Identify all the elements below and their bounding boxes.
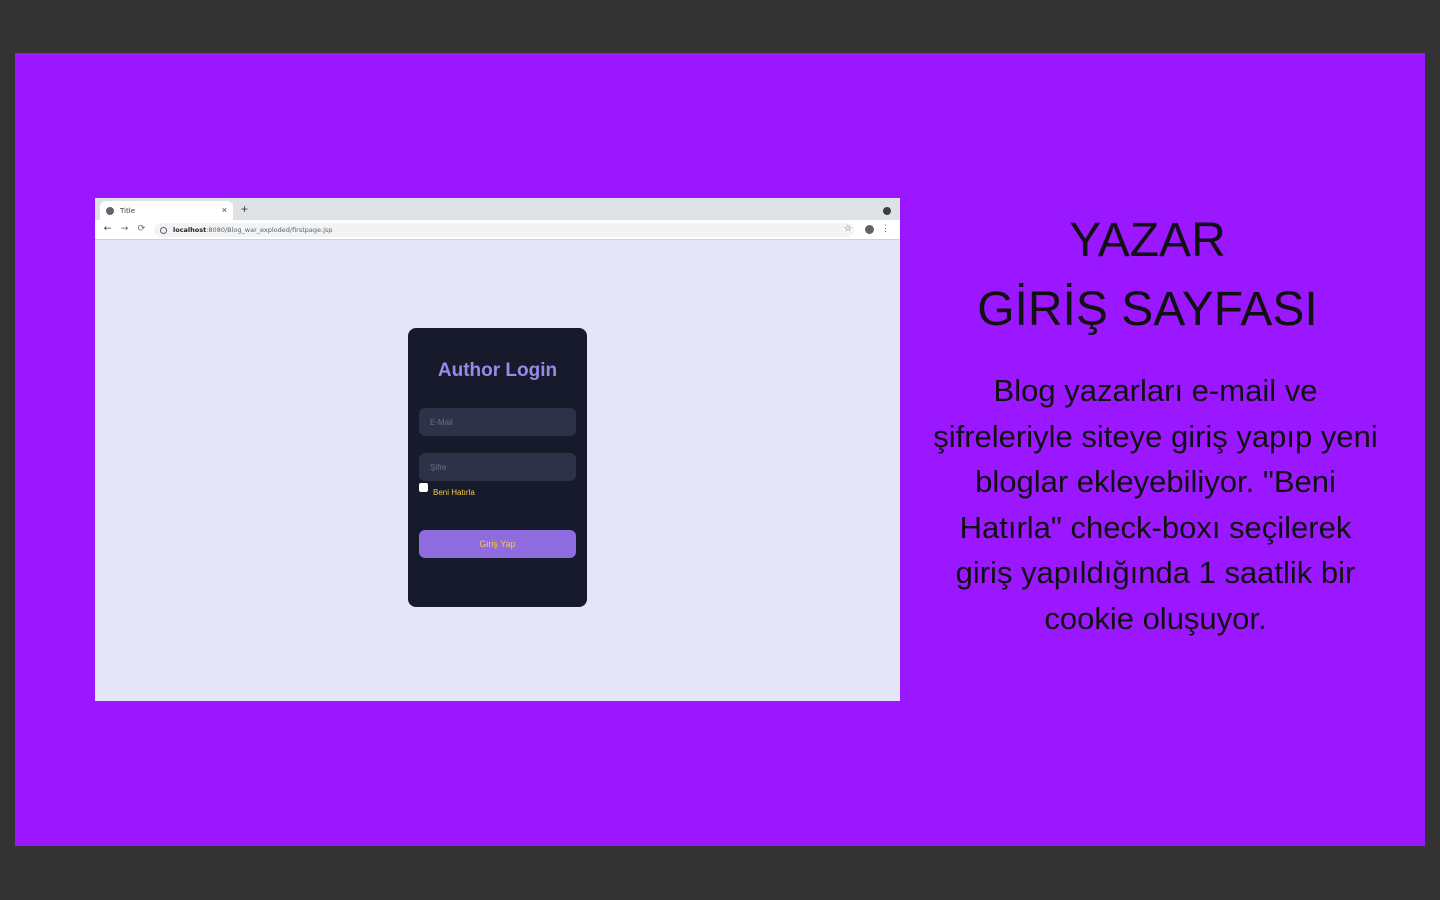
email-input[interactable] (419, 408, 576, 436)
login-button[interactable]: Giriş Yap (419, 530, 576, 558)
browser-tab[interactable]: Title × (100, 201, 233, 220)
url-text: localhost:8080/Blog_war_exploded/firstpa… (173, 226, 332, 234)
browser-address-bar: ← → ⟳ localhost:8080/Blog_war_exploded/f… (95, 220, 900, 240)
browser-tab-bar: Title × + (95, 198, 900, 220)
slide-heading: YAZAR GİRİŞ SAYFASI (935, 206, 1360, 344)
kebab-menu-icon[interactable]: ⋮ (881, 224, 890, 233)
star-icon[interactable]: ☆ (844, 224, 852, 233)
window-control-icon[interactable] (883, 207, 891, 215)
heading-line-2: GİRİŞ SAYFASI (977, 283, 1318, 336)
slide-description: Blog yazarları e-mail ve şifreleriyle si… (933, 373, 1378, 636)
remember-me-label: Beni Hatırla (433, 488, 475, 497)
url-path: :8080/Blog_war_exploded/firstpage.jsp (206, 226, 333, 234)
presentation-slide: Title × + ← → ⟳ localhost:8080/Blog_war_… (15, 53, 1425, 846)
remember-me-checkbox[interactable] (419, 483, 428, 492)
globe-icon (106, 206, 114, 215)
url-host: localhost (173, 226, 207, 234)
author-login-card: Author Login Beni Hatırla Giriş Yap (408, 328, 587, 607)
arrow-left-icon[interactable]: ← (99, 225, 116, 234)
info-icon[interactable] (160, 226, 167, 234)
close-icon[interactable]: × (222, 206, 227, 215)
login-title: Author Login (437, 360, 558, 381)
password-input[interactable] (419, 453, 576, 481)
tab-title: Title (120, 206, 136, 215)
arrow-right-icon[interactable]: → (116, 225, 133, 234)
browser-screenshot: Title × + ← → ⟳ localhost:8080/Blog_war_… (95, 198, 900, 701)
reload-icon[interactable]: ⟳ (133, 225, 150, 234)
profile-icon[interactable] (865, 225, 874, 234)
plus-icon[interactable]: + (241, 202, 248, 216)
heading-line-1: YAZAR (1069, 214, 1226, 267)
url-field[interactable]: localhost:8080/Blog_war_exploded/firstpa… (154, 223, 854, 237)
